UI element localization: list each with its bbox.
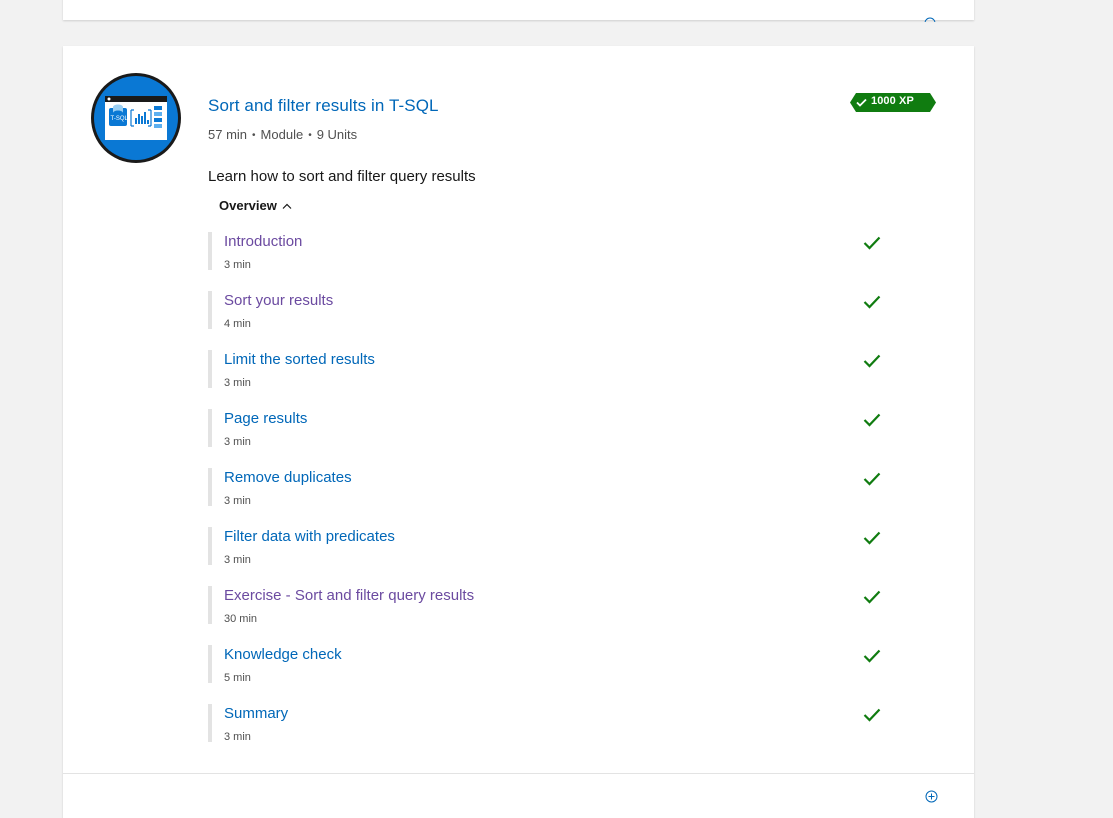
module-description: Learn how to sort and filter query resul… [208, 168, 476, 185]
unit-row: Exercise - Sort and filter query results… [208, 586, 888, 645]
unit-duration: 3 min [224, 495, 251, 507]
unit-title-link[interactable]: Summary [224, 705, 288, 722]
checkmark-icon [863, 708, 881, 722]
unit-title-link[interactable]: Introduction [224, 233, 302, 250]
unit-progress-bar [208, 586, 212, 624]
meta-separator: • [308, 130, 312, 141]
unit-duration: 5 min [224, 672, 251, 684]
unit-title-link[interactable]: Page results [224, 410, 307, 427]
unit-duration: 4 min [224, 318, 251, 330]
checkmark-icon [863, 472, 881, 486]
unit-duration: 30 min [224, 613, 258, 625]
checkmark-icon [863, 413, 881, 427]
unit-list: Introduction 3 min Sort your results 4 min L… [208, 232, 888, 763]
tsql-icon-label: T-SQL [111, 116, 129, 122]
unit-row: Limit the sorted results 3 min [208, 350, 888, 409]
module-title-link[interactable]: Sort and filter results in T-SQL [208, 96, 439, 116]
unit-title-link[interactable]: Remove duplicates [224, 469, 352, 486]
unit-title-link[interactable]: Sort your results [224, 292, 333, 309]
unit-row: Filter data with predicates 3 min [208, 527, 888, 586]
unit-progress-bar [208, 527, 212, 565]
unit-progress-bar [208, 645, 212, 683]
unit-title-link[interactable]: Knowledge check [224, 646, 342, 663]
unit-title-link[interactable]: Filter data with predicates [224, 528, 395, 545]
unit-row: Page results 3 min [208, 409, 888, 468]
checkmark-icon [863, 590, 881, 604]
circle-plus-icon[interactable] [925, 790, 938, 803]
chevron-up-icon [282, 203, 292, 209]
unit-progress-bar [208, 232, 212, 270]
checkmark-icon [863, 531, 881, 545]
learning-path-page: T-SQL Sort and filter results in T-SQL 5… [0, 0, 1113, 818]
module-units-count: 9 Units [316, 127, 358, 142]
card-divider [63, 773, 974, 774]
checkmark-icon [863, 295, 881, 309]
unit-duration: 3 min [224, 259, 251, 271]
previous-module-card [63, 0, 974, 22]
unit-row: Knowledge check 5 min [208, 645, 888, 704]
module-icon: T-SQL [91, 73, 181, 163]
unit-duration: 3 min [224, 377, 251, 389]
unit-row: Introduction 3 min [208, 232, 888, 291]
unit-row: Sort your results 4 min [208, 291, 888, 350]
circle-plus-icon[interactable] [924, 16, 936, 22]
module-card: T-SQL Sort and filter results in T-SQL 5… [63, 46, 974, 818]
xp-badge: 1000 XP [850, 93, 936, 112]
unit-progress-bar [208, 350, 212, 388]
unit-row: Remove duplicates 3 min [208, 468, 888, 527]
unit-title-link[interactable]: Exercise - Sort and filter query results [224, 587, 474, 604]
checkmark-icon [863, 354, 881, 368]
tsql-window-icon: T-SQL [105, 96, 167, 140]
checkmark-icon [863, 236, 881, 250]
meta-separator: • [252, 130, 256, 141]
module-type: Module [260, 127, 304, 142]
checkmark-icon [863, 649, 881, 663]
unit-progress-bar [208, 291, 212, 329]
unit-duration: 3 min [224, 436, 251, 448]
xp-value: 1000 XP [871, 95, 914, 107]
module-meta: 57 min • Module • 9 Units [208, 127, 357, 142]
unit-duration: 3 min [224, 731, 251, 743]
module-duration: 57 min [208, 127, 248, 142]
unit-title-link[interactable]: Limit the sorted results [224, 351, 375, 368]
unit-progress-bar [208, 468, 212, 506]
unit-duration: 3 min [224, 554, 251, 566]
unit-progress-bar [208, 409, 212, 447]
overview-toggle[interactable]: Overview [219, 198, 292, 213]
overview-label: Overview [219, 198, 277, 213]
unit-progress-bar [208, 704, 212, 742]
unit-row: Summary 3 min [208, 704, 888, 763]
